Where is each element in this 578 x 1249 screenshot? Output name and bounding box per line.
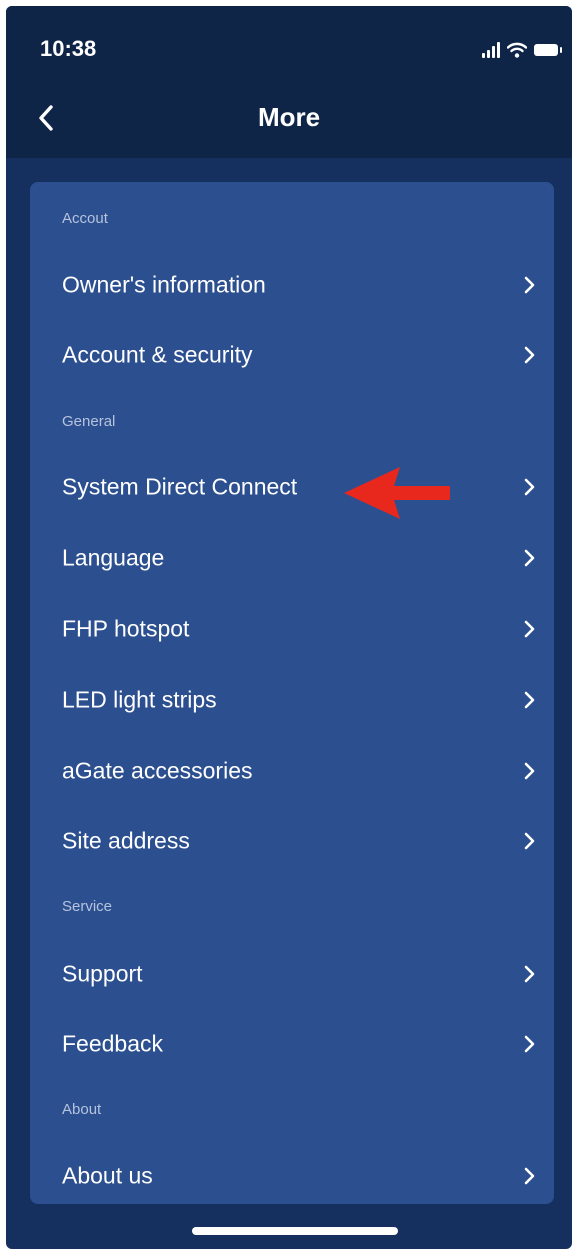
list-item-label: Owner's information <box>62 271 266 298</box>
list-item-support[interactable]: Support <box>30 939 554 1009</box>
cellular-signal-icon <box>482 42 500 58</box>
chevron-right-icon <box>524 276 535 294</box>
settings-card: Accout Owner's information Account & sec… <box>30 182 554 1204</box>
list-item-label: Site address <box>62 827 190 854</box>
chevron-right-icon <box>524 620 535 638</box>
status-icons <box>482 38 562 58</box>
list-item-label: Account & security <box>62 341 253 368</box>
list-item-agate-accessories[interactable]: aGate accessories <box>30 736 554 806</box>
section-header-general: General <box>62 413 116 430</box>
list-item-led-light-strips[interactable]: LED light strips <box>30 665 554 735</box>
list-item-label: System Direct Connect <box>62 473 298 500</box>
list-item-feedback[interactable]: Feedback <box>30 1009 554 1079</box>
page-title: More <box>257 102 321 132</box>
list-item-label: FHP hotspot <box>62 615 190 642</box>
phone-screen: 10:38 More Accout Owner's information Ac… <box>6 6 572 1249</box>
section-header-account: Accout <box>62 210 108 227</box>
list-item-label: LED light strips <box>62 686 217 713</box>
chevron-right-icon <box>524 1035 535 1053</box>
home-indicator[interactable] <box>192 1227 398 1235</box>
status-time: 10:38 <box>40 36 97 61</box>
chevron-right-icon <box>524 832 535 850</box>
list-item-about-us[interactable]: About us <box>30 1141 554 1204</box>
list-item-account-security[interactable]: Account & security <box>30 320 554 390</box>
chevron-right-icon <box>524 346 535 364</box>
chevron-right-icon <box>524 549 535 567</box>
chevron-right-icon <box>524 762 535 780</box>
list-item-label: Feedback <box>62 1030 164 1057</box>
list-item-label: Support <box>62 960 143 987</box>
list-item-fhp-hotspot[interactable]: FHP hotspot <box>30 594 554 664</box>
wifi-icon <box>507 42 527 58</box>
list-item-site-address[interactable]: Site address <box>30 806 554 876</box>
list-item-label: aGate accessories <box>62 757 253 784</box>
section-header-about: About <box>62 1101 102 1118</box>
chevron-right-icon <box>524 965 535 983</box>
chevron-right-icon <box>524 1167 535 1185</box>
battery-icon <box>534 44 562 56</box>
list-item-owners-information[interactable]: Owner's information <box>30 250 554 320</box>
section-header-service: Service <box>62 898 113 915</box>
top-bar: 10:38 More <box>6 6 572 158</box>
list-item-label: About us <box>62 1162 153 1189</box>
red-arrow-left-icon <box>344 467 450 519</box>
list-item-language[interactable]: Language <box>30 523 554 593</box>
list-item-label: Language <box>62 544 165 571</box>
chevron-right-icon <box>524 478 535 496</box>
chevron-right-icon <box>524 691 535 709</box>
list-item-system-direct-connect[interactable]: System Direct Connect <box>30 452 554 522</box>
